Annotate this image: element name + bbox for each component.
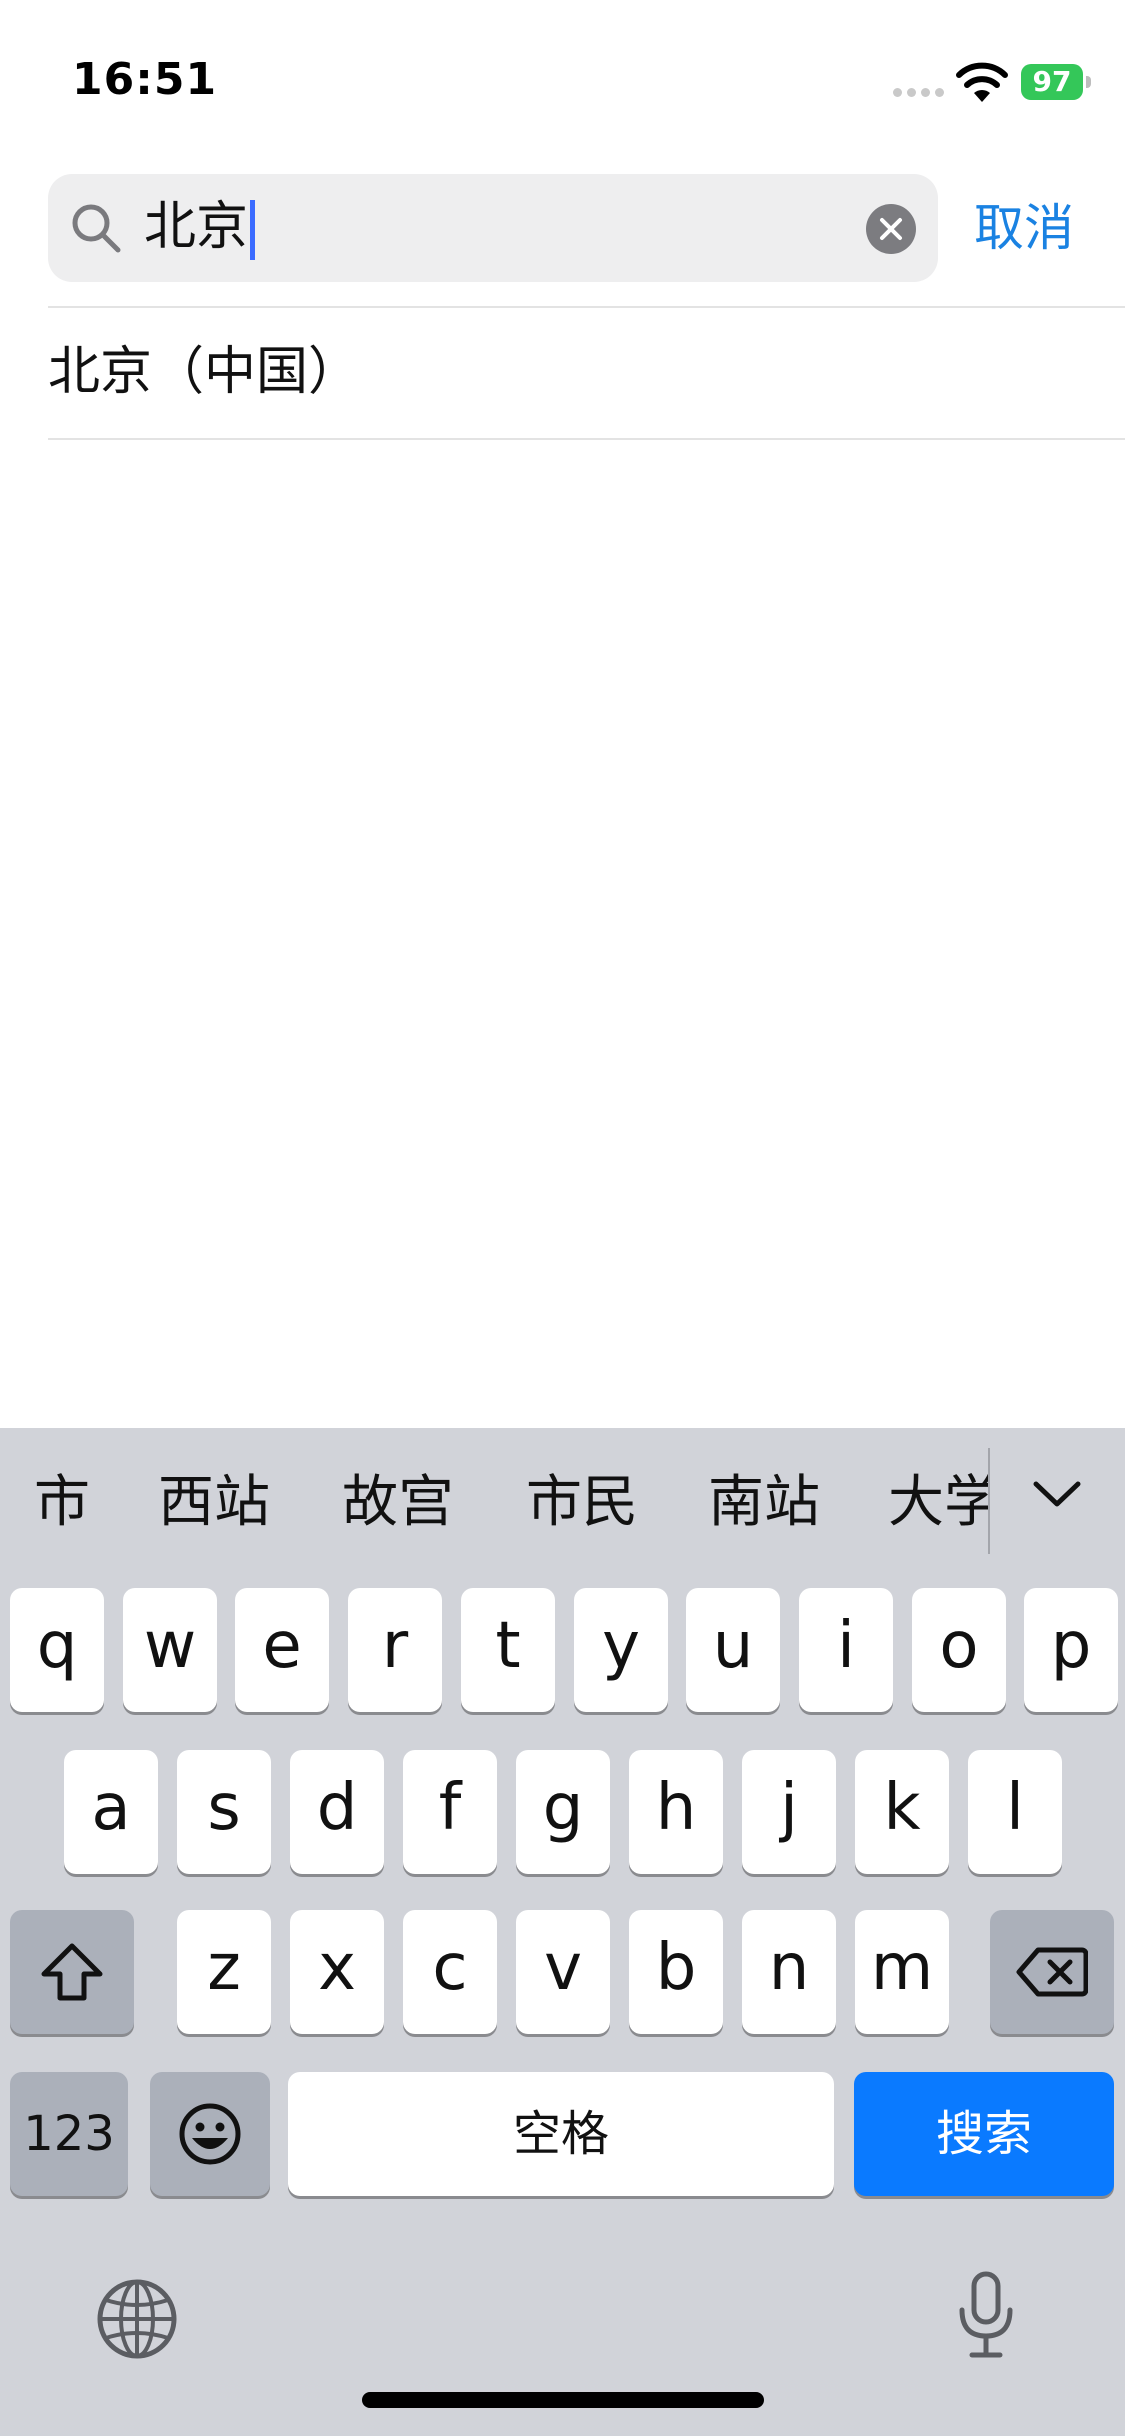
search-result-label: 北京（中国） (48, 342, 361, 402)
key-label: q (36, 1609, 78, 1683)
space-key-label: 空格 (512, 2106, 609, 2162)
key-label: n (768, 1931, 810, 2005)
key-w[interactable]: w (123, 1588, 217, 1712)
key-j[interactable]: j (742, 1750, 836, 1874)
search-field[interactable]: 北京 (48, 174, 938, 282)
suggestion-item[interactable]: 市民 (526, 1468, 638, 1538)
key-y[interactable]: y (574, 1588, 668, 1712)
numbers-key-label: 123 (23, 2106, 115, 2162)
key-label: c (432, 1931, 468, 2005)
search-input[interactable]: 北京 (144, 196, 256, 260)
key-label: d (316, 1771, 358, 1845)
microphone-icon[interactable] (956, 2270, 1016, 2360)
key-label: r (381, 1609, 409, 1683)
space-key[interactable]: 空格 (288, 2072, 834, 2196)
key-r[interactable]: r (348, 1588, 442, 1712)
emoji-key[interactable] (150, 2072, 270, 2196)
clear-search-button[interactable] (866, 204, 916, 254)
key-e[interactable]: e (235, 1588, 329, 1712)
key-m[interactable]: m (855, 1910, 949, 2034)
wifi-icon (956, 62, 1008, 102)
key-g[interactable]: g (516, 1750, 610, 1874)
suggestion-item[interactable]: 故宫 (342, 1468, 454, 1538)
numbers-key[interactable]: 123 (10, 2072, 128, 2196)
key-label: x (318, 1931, 356, 2005)
key-l[interactable]: l (968, 1750, 1062, 1874)
globe-icon[interactable] (96, 2278, 178, 2360)
cancel-button[interactable]: 取消 (974, 196, 1074, 260)
cellular-signal-icon (893, 88, 945, 98)
key-c[interactable]: c (403, 1910, 497, 2034)
search-key-label: 搜索 (935, 2106, 1032, 2162)
suggestion-item[interactable]: 市 (34, 1468, 90, 1538)
key-label: e (262, 1609, 302, 1683)
divider (48, 438, 1125, 440)
search-icon (72, 204, 121, 253)
key-label: u (712, 1609, 754, 1683)
suggestion-list: 市 西站 故宫 市民 南站 大学 (0, 1428, 988, 1578)
key-label: i (837, 1609, 855, 1683)
key-a[interactable]: a (64, 1750, 158, 1874)
search-result-item[interactable]: 北京（中国） (48, 304, 1125, 436)
key-label: w (143, 1609, 197, 1683)
status-time: 16:51 (72, 54, 218, 105)
key-label: m (870, 1931, 934, 2005)
search-key[interactable]: 搜索 (854, 2072, 1114, 2196)
key-v[interactable]: v (516, 1910, 610, 2034)
home-indicator (362, 2392, 764, 2408)
key-o[interactable]: o (912, 1588, 1006, 1712)
shift-key[interactable] (10, 1910, 134, 2034)
key-x[interactable]: x (290, 1910, 384, 2034)
status-bar: 16:51 97 (0, 0, 1125, 160)
keyboard: 市 西站 故宫 市民 南站 大学 123 空格 搜索 q w e r t y u… (0, 1428, 1125, 2436)
key-n[interactable]: n (742, 1910, 836, 2034)
key-b[interactable]: b (629, 1910, 723, 2034)
key-label: p (1050, 1609, 1092, 1683)
suggestion-bar: 市 西站 故宫 市民 南站 大学 (0, 1428, 1125, 1578)
close-icon (880, 218, 902, 240)
emoji-icon (179, 2103, 241, 2165)
key-t[interactable]: t (461, 1588, 555, 1712)
key-label: y (602, 1609, 640, 1683)
key-p[interactable]: p (1024, 1588, 1118, 1712)
battery-indicator: 97 (1021, 64, 1083, 100)
battery-tip (1086, 76, 1091, 88)
key-label: t (495, 1609, 521, 1683)
key-label: g (542, 1771, 584, 1845)
key-label: a (91, 1771, 131, 1845)
shift-icon (41, 1943, 103, 2001)
backspace-key[interactable] (990, 1910, 1114, 2034)
key-label: v (544, 1931, 582, 2005)
key-z[interactable]: z (177, 1910, 271, 2034)
suggestion-item[interactable]: 西站 (158, 1468, 270, 1538)
key-s[interactable]: s (177, 1750, 271, 1874)
key-q[interactable]: q (10, 1588, 104, 1712)
text-cursor (250, 200, 256, 260)
key-label: l (1006, 1771, 1024, 1845)
chevron-down-icon[interactable] (1030, 1474, 1084, 1514)
key-label: o (939, 1609, 979, 1683)
key-label: k (883, 1771, 921, 1845)
suggestion-item[interactable]: 南站 (708, 1468, 820, 1538)
suggestion-separator (988, 1448, 990, 1554)
key-label: z (207, 1931, 241, 2005)
key-u[interactable]: u (686, 1588, 780, 1712)
key-label: j (780, 1771, 798, 1845)
key-label: h (655, 1771, 697, 1845)
key-label: f (438, 1771, 462, 1845)
suggestion-item[interactable]: 大学 (888, 1468, 988, 1538)
key-k[interactable]: k (855, 1750, 949, 1874)
key-d[interactable]: d (290, 1750, 384, 1874)
backspace-icon (1016, 1947, 1088, 1997)
key-label: b (655, 1931, 697, 2005)
search-query: 北京 (144, 197, 249, 257)
key-h[interactable]: h (629, 1750, 723, 1874)
key-i[interactable]: i (799, 1588, 893, 1712)
key-label: s (207, 1771, 241, 1845)
key-f[interactable]: f (403, 1750, 497, 1874)
